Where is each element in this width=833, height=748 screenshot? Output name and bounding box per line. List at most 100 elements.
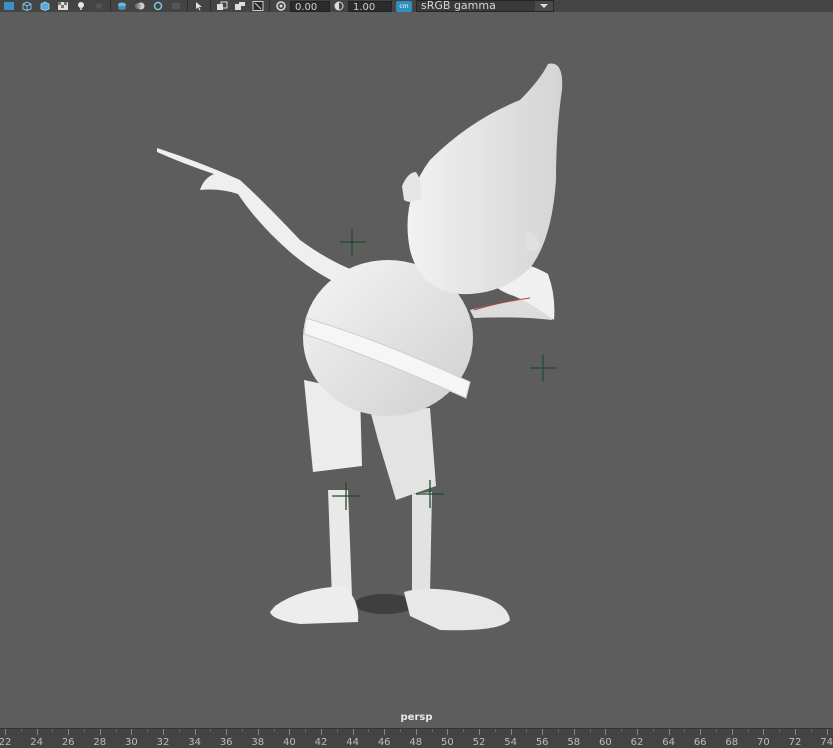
timeline-tick-label: 54: [504, 737, 517, 748]
timeline-tick: [637, 729, 638, 735]
timeline-tick-label: 64: [662, 737, 675, 748]
timeline-tick: [747, 729, 749, 732]
timeline-tick: [210, 729, 212, 732]
right-shoe: [404, 588, 510, 631]
timeline-tick: [668, 729, 670, 735]
timeline-tick: [194, 729, 196, 735]
color-space-dropdown[interactable]: sRGB gamma: [416, 0, 554, 12]
timeline-tick-label: 56: [535, 737, 549, 748]
timeline-tick-label: 26: [61, 737, 75, 748]
anti-alias-icon[interactable]: [149, 0, 167, 12]
gamma-icon[interactable]: [330, 0, 348, 12]
timeline-tick: [115, 729, 117, 732]
timeline-tick-label: 52: [472, 737, 486, 748]
exposure-field[interactable]: 0.00: [290, 0, 330, 12]
timeline-tick: [352, 729, 354, 735]
timeline-tick-label: 40: [283, 737, 296, 748]
timeline-tick: [700, 729, 702, 735]
maya-app: 0.00 1.00 cm sRGB gamma persp 22 24 26 2…: [0, 0, 833, 748]
depth-of-field-icon[interactable]: [167, 0, 185, 12]
xray-active-icon[interactable]: [231, 0, 249, 12]
shadows-icon[interactable]: [90, 0, 108, 12]
color-space-label: sRGB gamma: [421, 0, 496, 12]
timeline-tick-label: 38: [251, 737, 265, 748]
motion-blur-icon[interactable]: [131, 0, 149, 12]
timeline-tick-label: 74: [820, 737, 833, 748]
left-leg: [328, 490, 352, 598]
xray-joints-icon[interactable]: [213, 0, 231, 12]
xray-icon[interactable]: [190, 0, 208, 12]
timeline-tick: [526, 729, 528, 732]
timeline-tick: [400, 729, 401, 732]
timeline-tick-label: 48: [409, 737, 423, 748]
toolbar-separator: [269, 1, 270, 11]
timeline-tick: [795, 729, 796, 735]
smooth-shade-cube-icon[interactable]: [36, 0, 54, 12]
timeline-tick: [99, 729, 101, 735]
timeline-tick: [384, 729, 386, 735]
timeline-tick-label: 36: [219, 737, 233, 748]
timeline-tick-label: 44: [346, 737, 359, 748]
head: [407, 63, 563, 295]
time-slider[interactable]: 22 24 26 28 30 32 34 36 38 40 42 44 46 48 50 52 54 56 58 60…: [0, 728, 833, 748]
timeline-tick-label: 72: [788, 737, 802, 748]
pointing-arm: [157, 148, 358, 290]
perspective-viewport[interactable]: persp: [0, 12, 833, 728]
timeline-tick: [447, 729, 449, 735]
timeline-tick: [20, 729, 22, 732]
timeline-tick: [257, 729, 259, 735]
toolbar-separator: [187, 1, 188, 11]
exposure-icon[interactable]: [272, 0, 290, 12]
timeline-tick: [289, 729, 291, 735]
isolate-icon[interactable]: [249, 0, 267, 12]
lighting-icon[interactable]: [72, 0, 90, 12]
timeline-tick: [68, 729, 70, 735]
locator-crosshair-icon[interactable]: [340, 229, 366, 255]
timeline-tick: [36, 729, 38, 735]
timeline-tick-label: 70: [757, 737, 770, 748]
timeline-tick-label: 62: [630, 737, 644, 748]
left-shoe: [270, 586, 359, 624]
timeline-tick: [763, 729, 765, 735]
timeline-tick: [147, 729, 149, 732]
timeline-tick-label: 28: [93, 737, 107, 748]
timeline-tick: [163, 729, 164, 735]
camera-label: persp: [400, 712, 433, 723]
gamma-field[interactable]: 1.00: [348, 0, 392, 12]
ear: [402, 172, 422, 202]
timeline-tick-label: 32: [156, 737, 170, 748]
shorts-right: [370, 408, 436, 500]
textured-icon[interactable]: [54, 0, 72, 12]
locator-crosshair-icon[interactable]: [530, 355, 557, 381]
timeline-tick-label: 42: [314, 737, 328, 748]
timeline-tick-label: 30: [125, 737, 138, 748]
timeline-tick: [558, 729, 559, 732]
timeline-tick-label: 66: [693, 737, 707, 748]
timeline-tick: [5, 729, 6, 735]
timeline-tick: [368, 729, 370, 732]
character-model[interactable]: [157, 63, 563, 631]
toolbar-separator: [110, 1, 111, 11]
timeline-tick: [605, 729, 607, 735]
isolate-select-icon[interactable]: [0, 0, 18, 12]
timeline-tick: [52, 729, 54, 732]
timeline-tick: [810, 729, 812, 732]
timeline-tick-label: 60: [599, 737, 612, 748]
toolbar-separator: [210, 1, 211, 11]
timeline-tick: [431, 729, 433, 732]
timeline-tick: [684, 729, 686, 732]
timeline-tick: [573, 729, 575, 735]
wireframe-cube-icon[interactable]: [18, 0, 36, 12]
timeline-tick: [273, 729, 275, 732]
scene-canvas[interactable]: [0, 12, 833, 728]
timeline-tick-label: 22: [0, 737, 12, 748]
timeline-tick: [131, 729, 133, 735]
timeline-tick: [731, 729, 733, 735]
timeline-tick-label: 68: [725, 737, 739, 748]
timeline-tick: [336, 729, 338, 732]
timeline-tick-label: 24: [30, 737, 43, 748]
color-management-icon[interactable]: cm: [396, 0, 412, 12]
ambient-occlusion-icon[interactable]: [113, 0, 131, 12]
timeline-tick: [415, 729, 417, 735]
timeline-tick-label: 46: [377, 737, 391, 748]
